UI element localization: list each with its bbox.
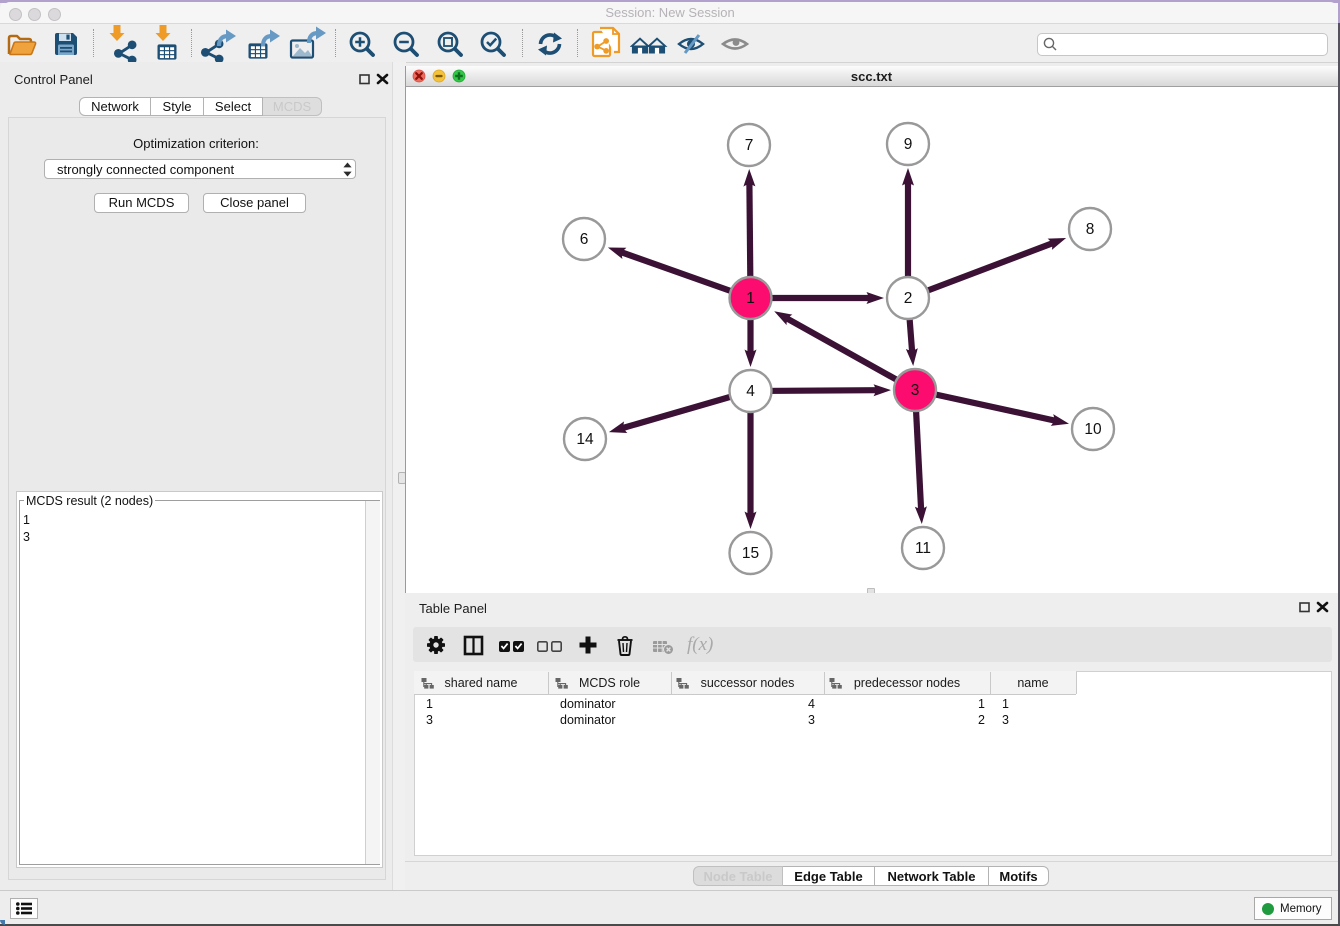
svg-text:9: 9: [904, 136, 913, 153]
svg-text:4: 4: [746, 383, 755, 400]
svg-text:6: 6: [580, 231, 589, 248]
svg-text:1: 1: [746, 290, 755, 307]
svg-text:10: 10: [1084, 421, 1102, 438]
svg-text:15: 15: [742, 545, 759, 562]
svg-text:7: 7: [745, 137, 754, 154]
svg-text:3: 3: [911, 382, 920, 399]
svg-text:2: 2: [904, 290, 913, 307]
svg-text:14: 14: [576, 431, 594, 448]
svg-text:8: 8: [1086, 221, 1095, 238]
svg-text:11: 11: [915, 540, 931, 557]
